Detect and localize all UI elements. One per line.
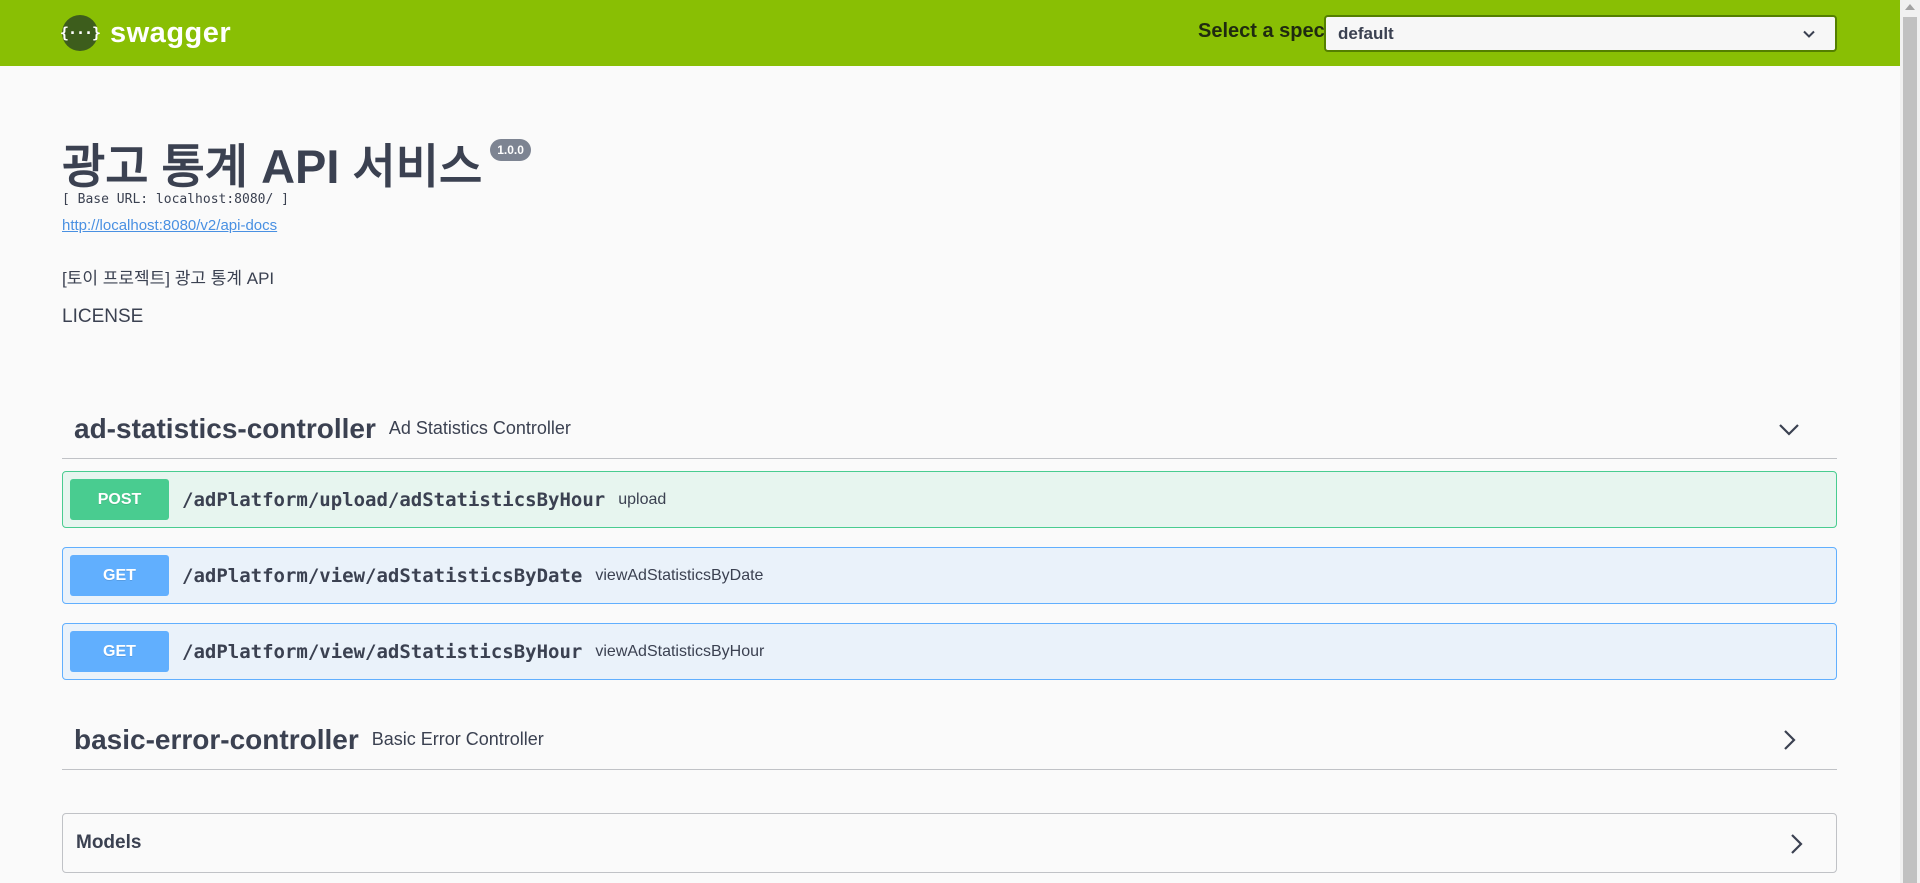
spec-select-label: Select a spec xyxy=(1198,20,1325,42)
operation-path: /adPlatform/view/adStatisticsByHour xyxy=(182,640,583,663)
api-description: [토이 프로젝트] 광고 통계 API xyxy=(62,269,275,288)
models-section[interactable]: Models xyxy=(62,813,1837,873)
chevron-right-icon[interactable] xyxy=(1784,832,1808,856)
vertical-scrollbar[interactable] xyxy=(1900,0,1920,883)
tag-description: Ad Statistics Controller xyxy=(388,418,571,438)
scroll-up-icon[interactable] xyxy=(1905,4,1915,10)
api-title-text: 광고 통계 API 서비스 xyxy=(62,140,483,193)
scrollbar-thumb[interactable] xyxy=(1903,17,1917,883)
tag-name: basic-error-controller xyxy=(74,723,359,755)
operation-summary: upload xyxy=(618,490,667,508)
operation-get-by-date[interactable]: GET /adPlatform/view/adStatisticsByDate … xyxy=(62,547,1837,604)
operation-summary: viewAdStatisticsByDate xyxy=(595,566,764,584)
swagger-logo-icon: {···} xyxy=(60,15,101,51)
operation-get-by-hour[interactable]: GET /adPlatform/view/adStatisticsByHour … xyxy=(62,623,1837,680)
method-badge: GET xyxy=(70,631,169,672)
method-badge: GET xyxy=(70,555,169,596)
license-link[interactable]: LICENSE xyxy=(62,306,143,328)
brand-name: swagger xyxy=(110,16,232,49)
base-url: [ Base URL: localhost:8080/ ] xyxy=(62,192,289,207)
tag-name: ad-statistics-controller xyxy=(74,412,376,444)
method-badge: POST xyxy=(70,479,169,520)
spec-select-value: default xyxy=(1338,23,1394,43)
operation-path: /adPlatform/upload/adStatisticsByHour xyxy=(182,488,606,511)
tag-basic-error-controller[interactable]: basic-error-controller Basic Error Contr… xyxy=(62,710,1837,770)
operation-path: /adPlatform/view/adStatisticsByDate xyxy=(182,564,583,587)
chevron-down-icon xyxy=(1803,30,1815,38)
version-badge: 1.0.0 xyxy=(490,139,531,161)
operation-post-upload[interactable]: POST /adPlatform/upload/adStatisticsByHo… xyxy=(62,471,1837,528)
swagger-logo[interactable]: {···} swagger xyxy=(60,15,232,51)
topbar: {···} swagger Select a spec default xyxy=(0,0,1900,66)
operation-summary: viewAdStatisticsByHour xyxy=(595,642,765,660)
chevron-right-icon[interactable] xyxy=(1777,728,1801,752)
api-title: 광고 통계 API 서비스 1.0.0 xyxy=(62,128,531,197)
tag-description: Basic Error Controller xyxy=(371,729,544,749)
api-docs-link[interactable]: http://localhost:8080/v2/api-docs xyxy=(62,217,277,234)
models-title: Models xyxy=(76,832,142,853)
spec-select[interactable]: default xyxy=(1324,15,1837,52)
tag-ad-statistics-controller[interactable]: ad-statistics-controller Ad Statistics C… xyxy=(62,399,1837,459)
chevron-down-icon[interactable] xyxy=(1777,417,1801,441)
